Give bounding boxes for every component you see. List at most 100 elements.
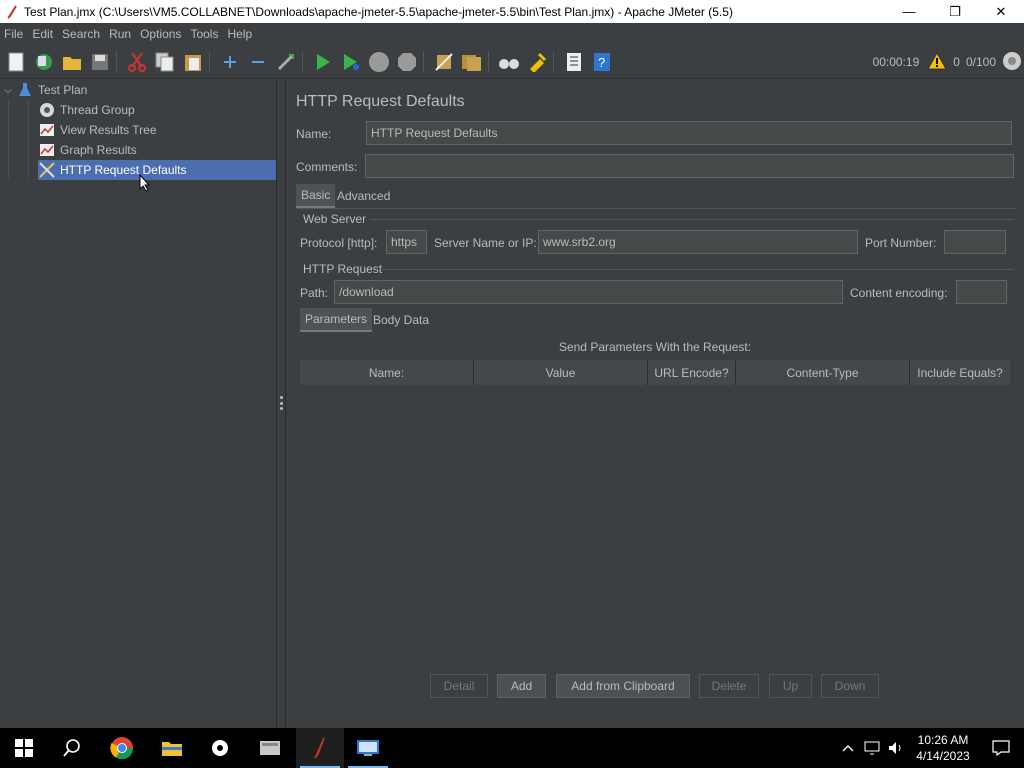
menu-help[interactable]: Help xyxy=(223,27,256,41)
start-no-pauses-icon[interactable] xyxy=(339,50,363,74)
path-field[interactable]: /download xyxy=(334,280,843,304)
menu-search[interactable]: Search xyxy=(58,27,104,41)
tab-advanced[interactable]: Advanced xyxy=(332,184,395,208)
jmeter-taskbar-icon[interactable] xyxy=(296,728,344,768)
toolbar-separator xyxy=(209,50,210,73)
expand-all-icon[interactable] xyxy=(218,50,242,74)
toolbar-separator xyxy=(302,50,303,73)
menu-file[interactable]: File xyxy=(0,27,27,41)
network-icon[interactable] xyxy=(860,728,884,768)
cut-icon[interactable] xyxy=(125,50,149,74)
panel-title: HTTP Request Defaults xyxy=(296,93,465,110)
detail-button[interactable]: Detail xyxy=(430,674,488,698)
warning-icon[interactable] xyxy=(927,51,948,73)
clear-all-icon[interactable] xyxy=(460,50,484,74)
close-button[interactable]: ✕ xyxy=(978,0,1024,23)
start-icon[interactable] xyxy=(311,50,335,74)
save-icon[interactable] xyxy=(88,50,112,74)
windows-start-icon[interactable] xyxy=(0,728,48,768)
tree-node-view-results-tree[interactable]: View Results Tree xyxy=(38,120,276,140)
tab-basic[interactable]: Basic xyxy=(296,184,336,208)
flask-icon xyxy=(16,81,34,99)
name-label: Name: xyxy=(296,127,332,141)
open-icon[interactable] xyxy=(60,50,84,74)
search-binoculars-icon[interactable] xyxy=(497,50,521,74)
reset-search-icon[interactable] xyxy=(525,50,549,74)
system-tray: 10:26 AM 4/14/2023 xyxy=(836,728,1024,768)
splitter-grip-icon xyxy=(280,396,283,410)
paste-icon[interactable] xyxy=(181,50,205,74)
stop-icon[interactable] xyxy=(367,50,391,74)
down-button[interactable]: Down xyxy=(821,674,879,698)
add-button[interactable]: Add xyxy=(497,674,546,698)
chevron-down-icon[interactable]: ⌵ xyxy=(0,85,16,96)
active-threads: 0/100 xyxy=(965,55,996,69)
chrome-icon[interactable] xyxy=(98,728,146,768)
parameters-table-header: Name: Value URL Encode? Content-Type Inc… xyxy=(300,360,1010,385)
notification-icon[interactable] xyxy=(978,728,1024,768)
column-header-content-type[interactable]: Content-Type xyxy=(736,360,910,385)
shutdown-icon[interactable] xyxy=(395,50,419,74)
tree-guide-line xyxy=(28,100,29,180)
server-manager-icon[interactable] xyxy=(246,728,294,768)
tree-node-http-request-defaults[interactable]: HTTP Request Defaults xyxy=(38,160,276,180)
remote-icon[interactable] xyxy=(1002,51,1022,74)
settings-gear-icon[interactable] xyxy=(196,728,244,768)
menu-tools[interactable]: Tools xyxy=(186,27,222,41)
chevron-up-icon[interactable] xyxy=(836,728,860,768)
title-bar: Test Plan.jmx (C:\Users\VM5.COLLABNET\Do… xyxy=(0,0,1024,23)
port-field[interactable] xyxy=(944,230,1006,254)
column-header-name[interactable]: Name: xyxy=(300,360,474,385)
server-field[interactable]: www.srb2.org xyxy=(538,230,858,254)
clock-time: 10:26 AM xyxy=(917,733,969,747)
function-helper-icon[interactable] xyxy=(562,50,586,74)
up-button[interactable]: Up xyxy=(769,674,812,698)
content-encoding-field[interactable] xyxy=(956,280,1007,304)
table-caption: Send Parameters With the Request: xyxy=(558,340,752,354)
collapse-all-icon[interactable] xyxy=(246,50,270,74)
copy-icon[interactable] xyxy=(153,50,177,74)
server-label: Server Name or IP: xyxy=(434,236,537,250)
templates-icon[interactable] xyxy=(32,50,56,74)
menu-options[interactable]: Options xyxy=(136,27,185,41)
search-icon[interactable] xyxy=(48,728,96,768)
gear-icon xyxy=(38,101,56,119)
new-icon[interactable] xyxy=(4,50,28,74)
restore-button[interactable]: ❐ xyxy=(932,0,978,23)
help-icon[interactable]: ? xyxy=(590,50,614,74)
remote-desktop-icon[interactable] xyxy=(344,728,392,768)
volume-icon[interactable] xyxy=(884,728,908,768)
add-from-clipboard-button[interactable]: Add from Clipboard xyxy=(556,674,690,698)
protocol-field[interactable]: https xyxy=(386,230,427,254)
tab-parameters[interactable]: Parameters xyxy=(300,308,373,332)
menu-edit[interactable]: Edit xyxy=(28,27,57,41)
elapsed-time: 00:00:19 xyxy=(872,55,920,69)
column-header-include-equals[interactable]: Include Equals? xyxy=(910,360,1010,385)
file-explorer-icon[interactable] xyxy=(148,728,196,768)
tree-node-label: View Results Tree xyxy=(60,123,157,137)
column-header-value[interactable]: Value xyxy=(474,360,648,385)
tree-node-thread-group[interactable]: Thread Group xyxy=(38,100,276,120)
menu-run[interactable]: Run xyxy=(105,27,135,41)
clear-icon[interactable] xyxy=(432,50,456,74)
toolbar-separator xyxy=(488,50,489,73)
toolbar-separator xyxy=(423,50,424,73)
warning-count: 0 xyxy=(953,55,960,69)
system-clock[interactable]: 10:26 AM 4/14/2023 xyxy=(908,732,978,764)
split-pane-divider[interactable] xyxy=(276,80,286,728)
tree-node-label: Graph Results xyxy=(60,143,137,157)
wrench-icon xyxy=(38,161,56,179)
name-field[interactable]: HTTP Request Defaults xyxy=(366,121,1012,145)
tab-body-data[interactable]: Body Data xyxy=(368,308,434,332)
clock-date: 4/14/2023 xyxy=(916,749,970,763)
minimize-button[interactable]: — xyxy=(886,0,932,23)
toggle-icon[interactable] xyxy=(274,50,298,74)
comments-field[interactable] xyxy=(365,154,1014,178)
window-title: Test Plan.jmx (C:\Users\VM5.COLLABNET\Do… xyxy=(24,4,733,19)
port-label: Port Number: xyxy=(865,236,937,250)
svg-text:?: ? xyxy=(598,55,605,70)
tree-node-test-plan[interactable]: ⌵ Test Plan xyxy=(0,80,276,100)
delete-button[interactable]: Delete xyxy=(699,674,759,698)
column-header-url-encode[interactable]: URL Encode? xyxy=(648,360,736,385)
tree-node-graph-results[interactable]: Graph Results xyxy=(38,140,276,160)
